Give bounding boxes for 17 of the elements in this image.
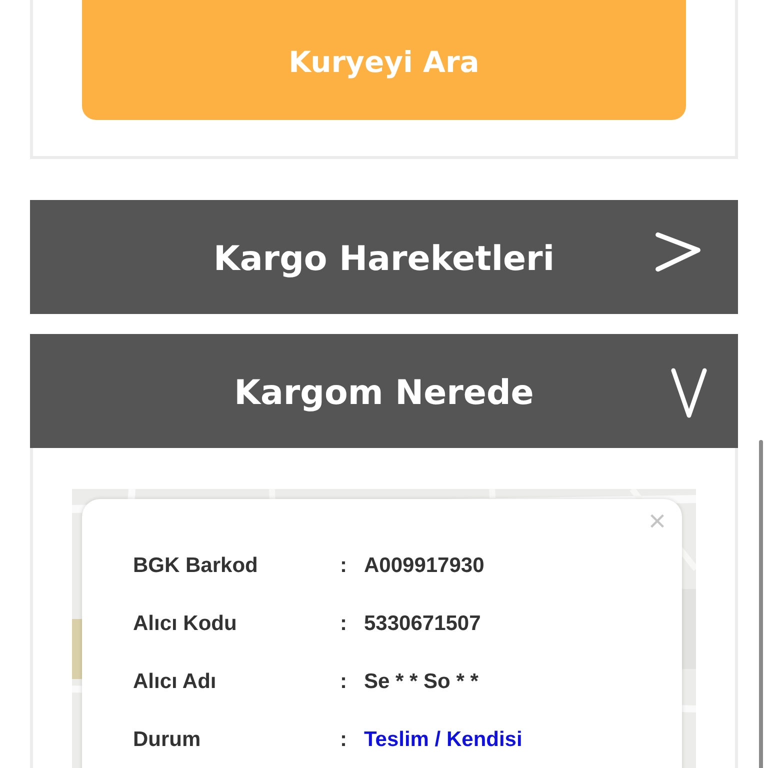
- separator: :: [340, 728, 348, 752]
- field-value: A009917930: [364, 554, 484, 578]
- section-header[interactable]: Kargo Hareketleri: [30, 200, 738, 314]
- field-value: 5330671507: [364, 612, 481, 636]
- separator: :: [340, 612, 348, 636]
- field-label: BGK Barkod: [133, 554, 259, 578]
- section-title: Kargom Nerede: [234, 372, 534, 413]
- section-header[interactable]: Kargom Nerede: [30, 334, 738, 448]
- field-label: Alıcı Kodu: [133, 612, 238, 636]
- field-label: Durum: [133, 728, 202, 752]
- field-value: Se * * So * *: [364, 670, 478, 694]
- field-label: Alıcı Adı: [133, 670, 218, 694]
- separator: :: [340, 670, 348, 694]
- separator: :: [340, 554, 348, 578]
- field-value: Teslim / Kendisi: [364, 728, 522, 752]
- chevron-right-icon: [654, 231, 702, 273]
- section-title: Kargo Hareketleri: [214, 238, 554, 279]
